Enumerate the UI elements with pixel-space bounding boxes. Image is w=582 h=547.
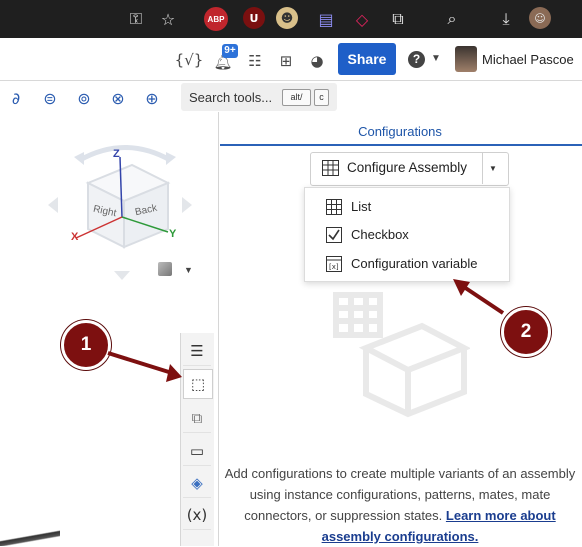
callout-arrows bbox=[107, 279, 505, 382]
